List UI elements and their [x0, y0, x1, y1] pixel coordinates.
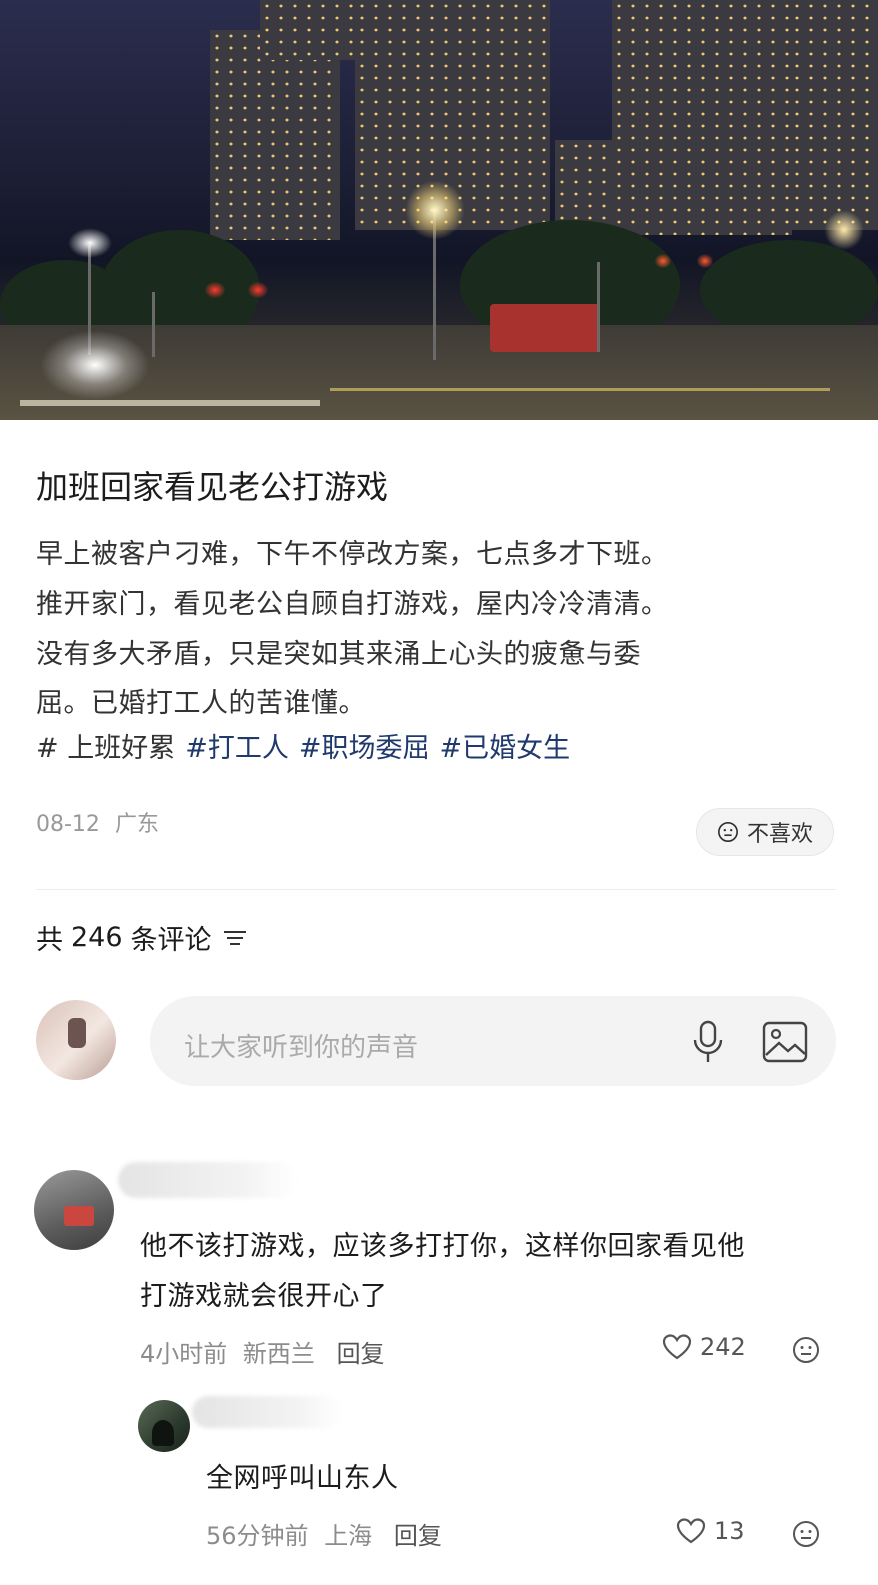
replier-name-blurred	[192, 1396, 342, 1428]
reply-button[interactable]: 回复	[337, 1340, 385, 1368]
reply-time: 56分钟前	[206, 1522, 309, 1550]
comment-text-line: 打游戏就会很开心了	[140, 1281, 388, 1312]
avatar-figure	[68, 1018, 86, 1048]
commenter-avatar[interactable]	[34, 1170, 114, 1250]
reply-text-line: 全网呼叫山东人	[206, 1463, 399, 1494]
traffic-light	[205, 282, 225, 298]
post-title: 加班回家看见老公打游戏	[36, 468, 389, 506]
post-body-line: 早上被客户刁难，下午不停改方案，七点多才下班。	[36, 539, 669, 570]
count-number: 246	[71, 922, 123, 953]
tag-link[interactable]: # 上班好累	[36, 733, 175, 764]
comment-meta: 4小时前 新西兰 回复	[140, 1334, 385, 1369]
road-line	[330, 388, 830, 391]
my-avatar[interactable]	[36, 1000, 116, 1080]
post-meta: 08-12 广东	[36, 806, 159, 838]
reply-avatar[interactable]	[138, 1400, 190, 1452]
reply-button[interactable]: 回复	[394, 1522, 442, 1550]
lamp-light	[405, 180, 465, 240]
avatar-figure	[152, 1420, 174, 1446]
divider	[36, 889, 836, 890]
lamp-light	[824, 210, 864, 250]
post-body-line: 没有多大矛盾，只是突如其来涌上心头的疲惫与委	[36, 639, 641, 670]
comment-time: 4小时前	[140, 1340, 228, 1368]
heart-icon	[662, 1334, 692, 1360]
tag-link[interactable]: #已婚女生	[439, 733, 570, 764]
comment-input-placeholder: 让大家听到你的声音	[184, 1033, 419, 1063]
like-count: 13	[714, 1517, 745, 1545]
comment-text-line: 他不该打游戏，应该多打打你，这样你回家看见他	[140, 1231, 745, 1262]
microphone-icon[interactable]	[690, 1020, 726, 1064]
dislike-button[interactable]: 不喜欢	[696, 808, 834, 856]
smile-icon[interactable]	[792, 1336, 820, 1364]
like-button[interactable]: 242	[662, 1333, 746, 1361]
post-location: 广东	[114, 812, 159, 837]
traffic-light	[697, 254, 713, 268]
tag-link[interactable]: #职场委屈	[299, 733, 430, 764]
lamp-light	[68, 228, 112, 258]
traffic-light-pole	[152, 292, 155, 357]
like-count: 242	[700, 1333, 746, 1361]
car-headlight	[40, 330, 150, 400]
building	[612, 0, 792, 235]
count-prefix: 共	[36, 925, 63, 956]
crosswalk	[20, 400, 320, 406]
sort-icon[interactable]	[222, 928, 248, 948]
post-tags: # 上班好累 #打工人 #职场委屈 #已婚女生	[36, 726, 580, 765]
traffic-light	[248, 282, 268, 298]
bus	[490, 304, 600, 352]
comment-count: 共 246 条评论	[36, 918, 248, 957]
building	[790, 0, 878, 230]
tag-link[interactable]: #打工人	[185, 733, 289, 764]
smile-icon[interactable]	[792, 1520, 820, 1548]
post-cover-image[interactable]	[0, 0, 878, 420]
like-button[interactable]: 13	[676, 1517, 745, 1545]
post-body-line: 推开家门，看见老公自顾自打游戏，屋内冷冷清清。	[36, 589, 669, 620]
dislike-label: 不喜欢	[746, 822, 813, 847]
avatar-figure	[64, 1206, 94, 1226]
neutral-face-icon	[717, 822, 738, 842]
heart-icon	[676, 1518, 706, 1544]
comment-location: 新西兰	[242, 1340, 315, 1368]
post-date: 08-12	[36, 812, 100, 837]
reply-location: 上海	[324, 1522, 373, 1550]
count-suffix: 条评论	[130, 925, 212, 956]
commenter-name-blurred	[118, 1162, 298, 1198]
image-icon[interactable]	[762, 1021, 808, 1063]
post-body-line: 屈。已婚打工人的苦谁懂。	[36, 688, 366, 719]
traffic-light-pole	[597, 262, 600, 352]
reply-meta: 56分钟前 上海 回复	[206, 1516, 442, 1551]
building	[210, 30, 340, 240]
building	[260, 0, 360, 60]
traffic-light	[655, 254, 671, 268]
building	[555, 140, 615, 230]
